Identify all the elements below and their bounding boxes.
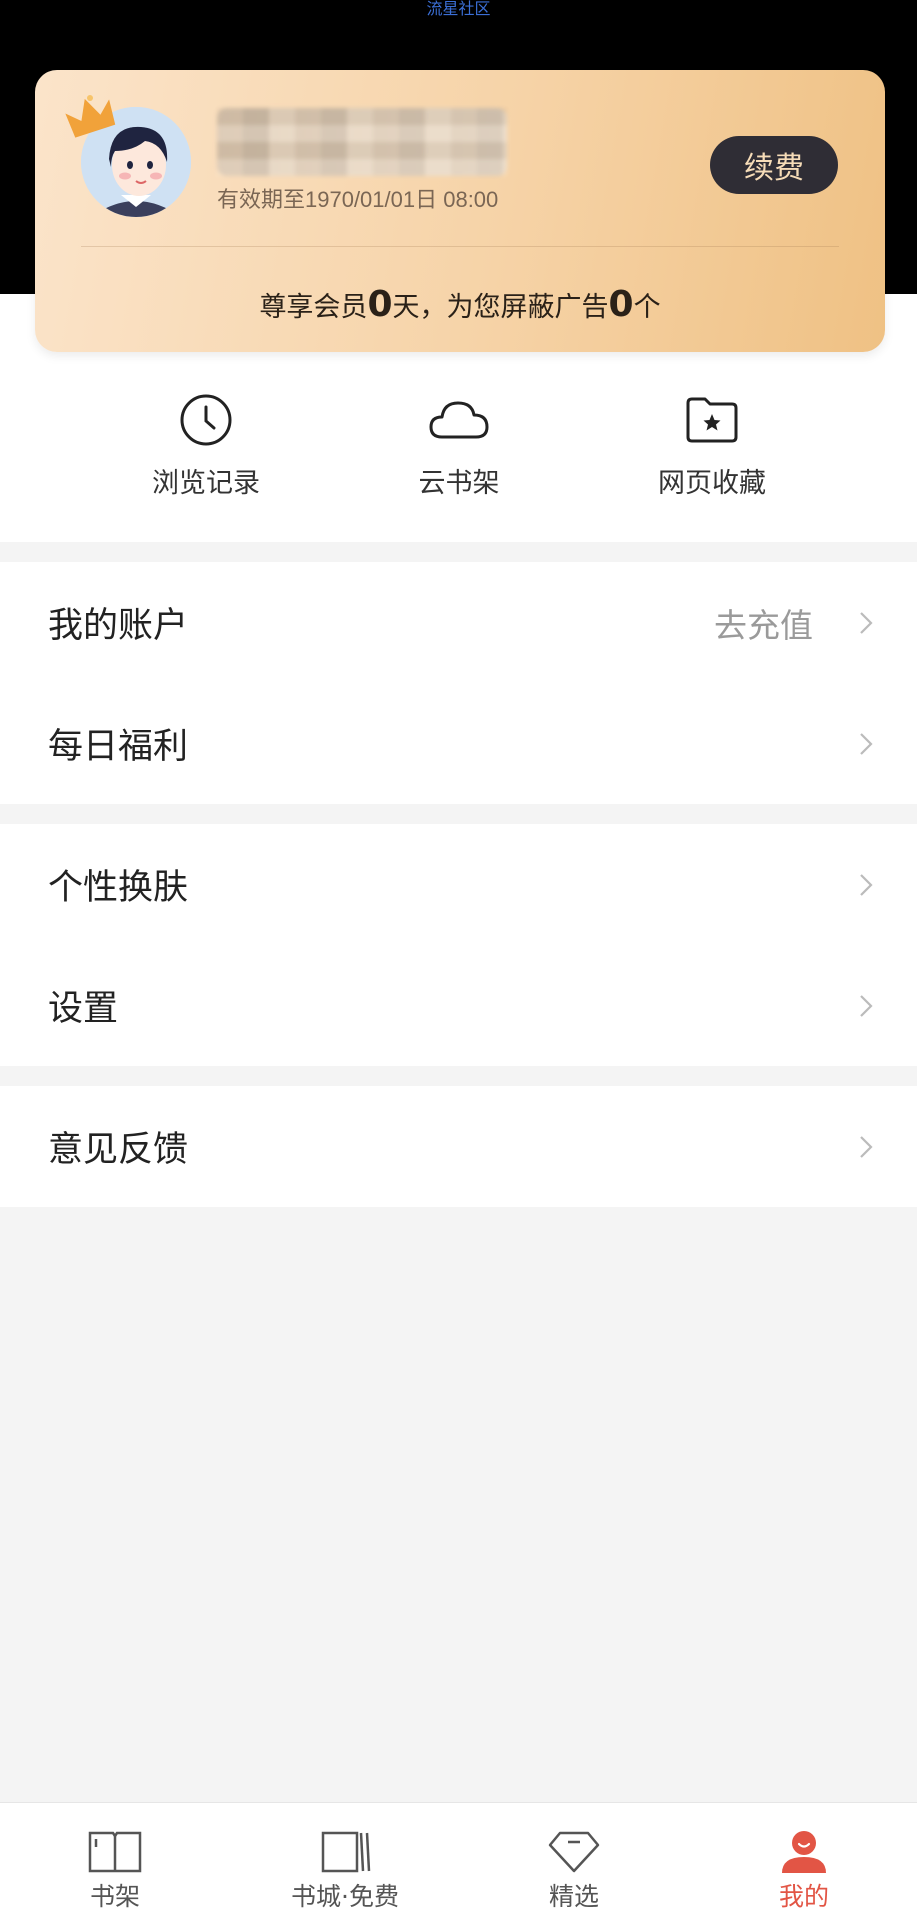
tab-label: 我的	[778, 1882, 829, 1911]
book-icon	[88, 1831, 142, 1873]
tab-label: 书城·免费	[291, 1882, 399, 1911]
menu-row-settings[interactable]: 设置	[0, 945, 917, 1066]
chevron-right-icon	[860, 732, 873, 755]
quick-action-label: 云书架	[418, 468, 500, 499]
quick-action-label: 网页收藏	[658, 468, 766, 499]
profile-icon	[782, 1831, 826, 1873]
renew-button[interactable]: 续费	[710, 136, 838, 194]
tab-profile[interactable]: 我的	[724, 1829, 884, 1913]
tab-label: 书架	[89, 1882, 140, 1911]
menu-row-label: 意见反馈	[48, 1130, 189, 1170]
menu-group-account: 我的账户 去充值 每日福利	[0, 562, 917, 804]
chevron-right-icon	[860, 873, 873, 896]
clock-icon	[180, 394, 232, 446]
ads-blocked-value: 0	[608, 284, 634, 325]
menu-group-preferences: 个性换肤 设置	[0, 824, 917, 1066]
tab-bookshelf[interactable]: 书架	[35, 1829, 195, 1913]
member-days-value: 0	[367, 284, 393, 325]
quick-action-history[interactable]: 浏览记录	[106, 393, 306, 500]
chevron-right-icon	[860, 1135, 873, 1158]
stats-suffix: 个	[633, 292, 661, 323]
menu-row-label: 设置	[48, 989, 119, 1029]
menu-row-feedback[interactable]: 意见反馈	[0, 1086, 917, 1207]
menu-row-skin[interactable]: 个性换肤	[0, 824, 917, 945]
menu-row-label: 个性换肤	[48, 868, 189, 908]
chevron-right-icon	[860, 994, 873, 1017]
menu-row-daily-bonus[interactable]: 每日福利	[0, 683, 917, 804]
username-masked	[217, 108, 507, 176]
quick-action-bookmarks[interactable]: 网页收藏	[612, 393, 812, 500]
bookstore-icon	[321, 1831, 371, 1873]
diamond-icon	[548, 1831, 600, 1873]
menu-group-feedback: 意见反馈	[0, 1086, 917, 1207]
membership-expiry: 有效期至1970/01/01日 08:00	[217, 187, 499, 212]
tab-bookstore[interactable]: 书城·免费	[265, 1829, 425, 1913]
cloud-icon	[429, 401, 489, 439]
menu-row-label: 每日福利	[48, 727, 189, 767]
tab-featured[interactable]: 精选	[494, 1829, 654, 1913]
watermark: 流星社区	[426, 0, 491, 18]
quick-action-label: 浏览记录	[152, 468, 260, 499]
stats-middle: 天，为您屏蔽广告	[392, 292, 609, 323]
chevron-right-icon	[860, 611, 873, 634]
membership-stats: 尊享会员0天，为您屏蔽广告0个	[35, 284, 885, 325]
tab-label: 精选	[548, 1882, 599, 1911]
crown-icon	[65, 95, 116, 138]
vip-card[interactable]: 有效期至1970/01/01日 08:00 续费 尊享会员0天，为您屏蔽广告0个	[35, 70, 885, 352]
menu-row-label: 我的账户	[48, 606, 189, 646]
recharge-link[interactable]: 去充值	[714, 599, 813, 647]
card-divider	[81, 246, 839, 247]
stats-prefix: 尊享会员	[259, 292, 368, 323]
star-folder-icon	[686, 397, 738, 443]
quick-action-cloud-shelf[interactable]: 云书架	[359, 393, 559, 500]
menu-row-account[interactable]: 我的账户 去充值	[0, 562, 917, 683]
bottom-tab-bar: 书架 书城·免费 精选 我的	[0, 1802, 917, 1920]
